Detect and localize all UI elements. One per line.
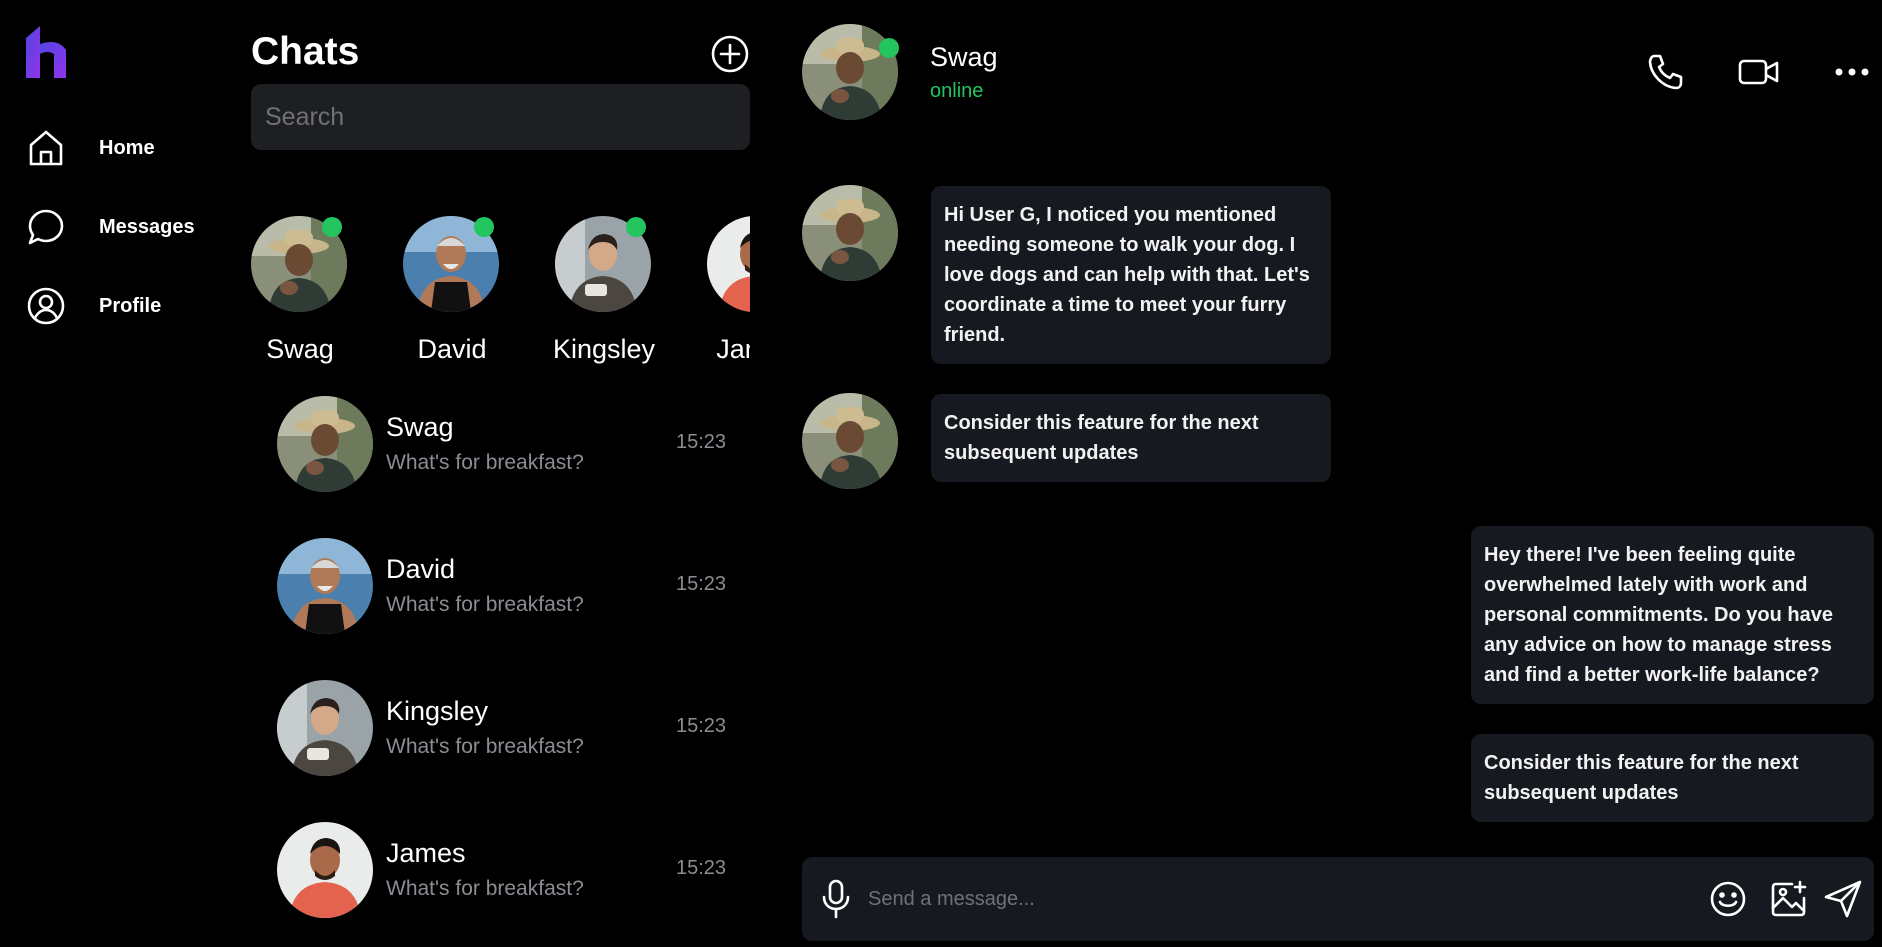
video-icon	[1738, 59, 1779, 85]
chat-time: 15:23	[676, 857, 727, 879]
more-icon	[1835, 68, 1869, 76]
chat-preview: What's for breakfast?	[386, 451, 584, 474]
message-input[interactable]	[868, 875, 1648, 923]
chat-time: 15:23	[676, 573, 727, 595]
chats-panel: Chats Swag David Kingsley James Sw	[251, 0, 750, 947]
more-options-button[interactable]	[1828, 48, 1876, 96]
story-name: Swag	[266, 334, 334, 364]
plus-circle-icon	[711, 35, 749, 73]
image-add-icon	[1771, 880, 1807, 917]
send-icon	[1824, 880, 1862, 918]
chat-time: 15:23	[676, 431, 727, 453]
nav-item-home[interactable]: Home	[26, 128, 155, 168]
avatar	[707, 216, 750, 312]
online-indicator	[879, 38, 899, 58]
emoji-button[interactable]	[1706, 877, 1750, 921]
chat-list-item[interactable]: James What's for breakfast? 15:23	[277, 822, 727, 922]
nav-item-label: Messages	[99, 215, 195, 238]
chat-bubble-icon	[26, 207, 66, 247]
chat-list-item[interactable]: Swag What's for breakfast? 15:23	[277, 396, 727, 496]
chat-preview: What's for breakfast?	[386, 877, 584, 900]
search-input[interactable]	[251, 84, 750, 150]
nav-item-label: Home	[99, 136, 155, 159]
message-bubble-incoming: Consider this feature for the next subse…	[931, 394, 1331, 482]
avatar	[277, 680, 373, 776]
new-chat-button[interactable]	[710, 34, 750, 74]
online-indicator	[322, 217, 342, 237]
attach-image-button[interactable]	[1767, 877, 1811, 921]
chats-title: Chats	[251, 30, 360, 73]
chat-preview: What's for breakfast?	[386, 735, 584, 758]
phone-icon	[1648, 54, 1683, 90]
nav-item-profile[interactable]: Profile	[26, 286, 161, 326]
chat-name: Swag	[386, 412, 454, 442]
send-button[interactable]	[1821, 877, 1865, 921]
online-indicator	[626, 217, 646, 237]
brand-logo-icon[interactable]	[24, 24, 68, 80]
avatar	[277, 822, 373, 918]
voice-record-button[interactable]	[816, 875, 856, 923]
contact-name: Swag	[930, 42, 998, 72]
message-bubble-incoming: Hi User G, I noticed you mentioned needi…	[931, 186, 1331, 364]
chat-list-item[interactable]: Kingsley What's for breakfast? 15:23	[277, 680, 727, 780]
nav-item-messages[interactable]: Messages	[26, 207, 195, 247]
chat-time: 15:23	[676, 715, 727, 737]
message-composer	[802, 857, 1874, 941]
message-avatar	[802, 185, 898, 281]
chat-name: James	[386, 838, 466, 868]
contact-status: online	[930, 80, 984, 102]
message-avatar	[802, 393, 898, 489]
story-strip[interactable]: Swag David Kingsley James	[251, 214, 750, 374]
story-name: James	[716, 334, 750, 364]
home-icon	[26, 128, 66, 168]
chat-preview: What's for breakfast?	[386, 593, 584, 616]
online-indicator	[474, 217, 494, 237]
avatar	[277, 396, 373, 492]
conversation-panel: Swag online Hi User G, I noticed you men…	[802, 0, 1882, 947]
chat-name: David	[386, 554, 456, 584]
chat-name: Kingsley	[386, 696, 489, 726]
story-name: Kingsley	[552, 334, 656, 364]
sidebar-nav: Home Messages Profile	[0, 0, 240, 947]
nav-item-label: Profile	[99, 294, 162, 317]
microphone-icon	[822, 879, 850, 919]
message-bubble-outgoing: Consider this feature for the next subse…	[1471, 734, 1874, 822]
user-circle-icon	[26, 286, 66, 326]
avatar	[277, 538, 373, 634]
emoji-icon	[1710, 881, 1746, 917]
call-button[interactable]	[1642, 48, 1690, 96]
chat-list-item[interactable]: David What's for breakfast? 15:23	[277, 538, 727, 638]
story-name: David	[417, 334, 487, 364]
video-call-button[interactable]	[1735, 48, 1783, 96]
message-bubble-outgoing: Hey there! I've been feeling quite overw…	[1471, 526, 1874, 704]
